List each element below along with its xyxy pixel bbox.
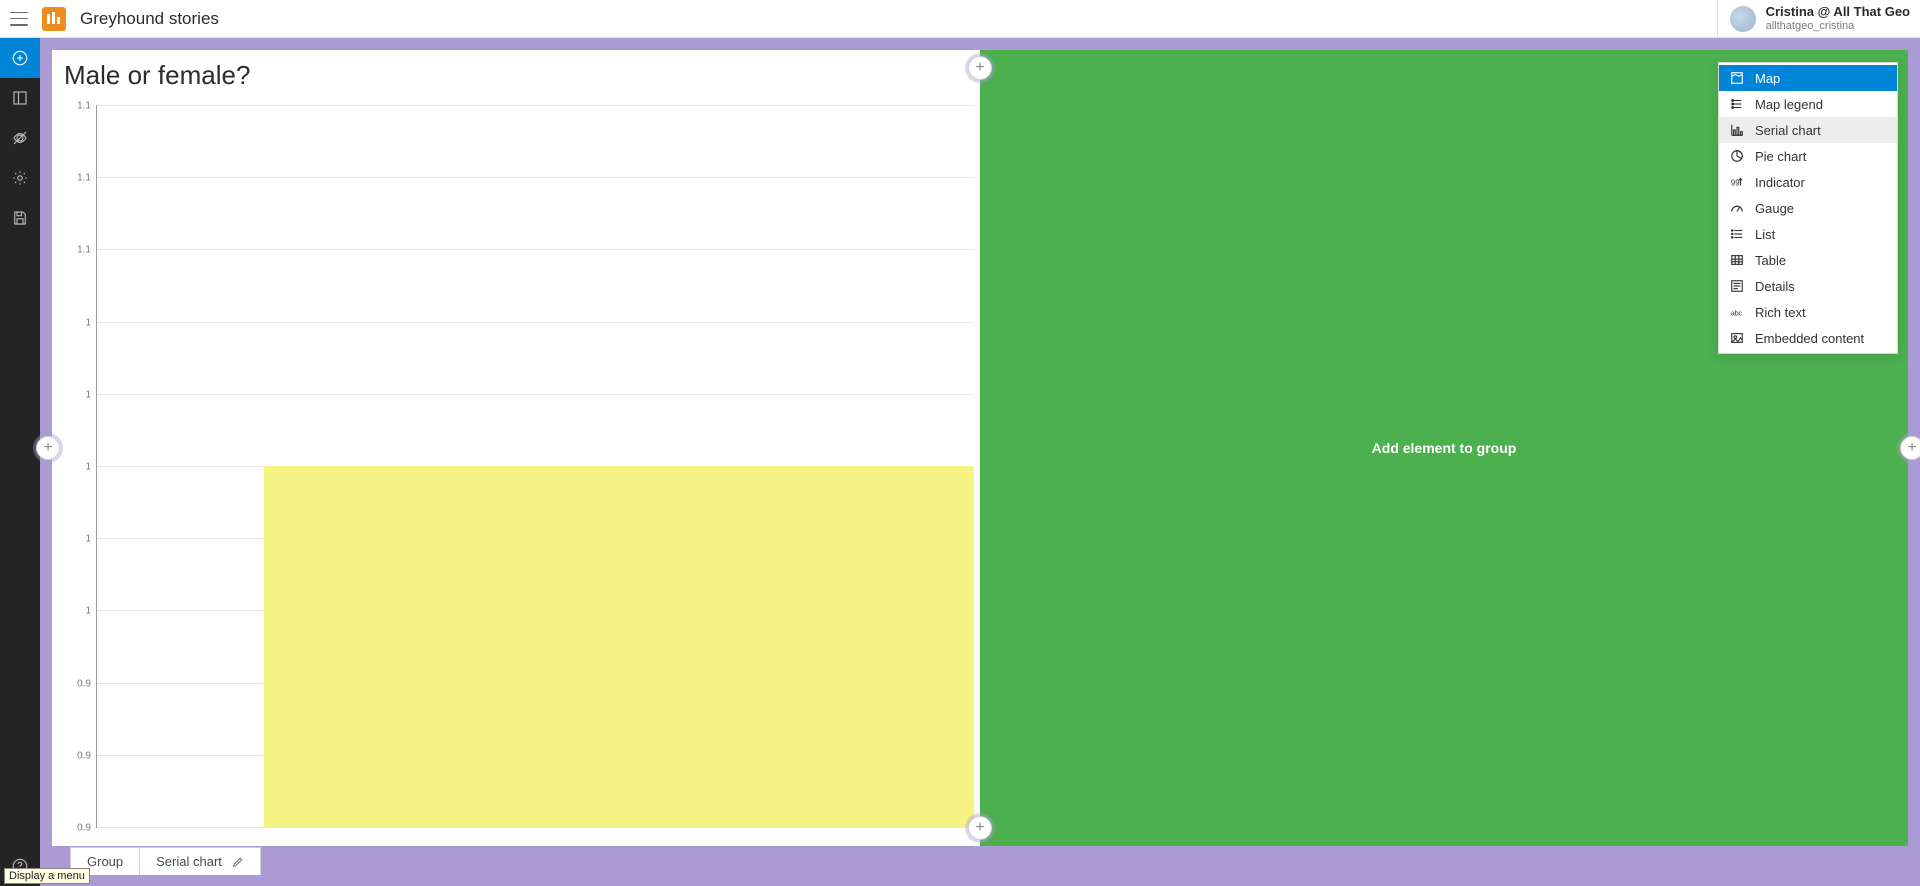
menu-item-label: Details [1755,279,1795,294]
dashboard-icon [46,11,62,27]
app-logo[interactable] [42,7,66,31]
add-top-button[interactable]: + [968,56,992,80]
menu-item-label: Table [1755,253,1786,268]
menu-item-label: Gauge [1755,201,1794,216]
group-drop-panel[interactable]: Add element to group + MapMap legendSeri… [980,50,1908,846]
menu-item-gauge[interactable]: Gauge [1719,195,1897,221]
menu-item-list[interactable]: List [1719,221,1897,247]
user-block[interactable]: Cristina @ All That Geo allthatgeo_crist… [1717,0,1910,37]
table-icon [1729,252,1745,268]
menu-item-table[interactable]: Table [1719,247,1897,273]
menu-item-label: Map legend [1755,97,1823,112]
group-drop-label: Add element to group [1372,440,1517,456]
menu-item-label: List [1755,227,1775,242]
menu-item-map-legend[interactable]: Map legend [1719,91,1897,117]
menu-item-label: Indicator [1755,175,1805,190]
svg-text:abc: abc [1731,311,1743,318]
top-bar: Greyhound stories Cristina @ All That Ge… [0,0,1920,38]
menu-item-label: Embedded content [1755,331,1864,346]
tooltip: Display a menu [4,868,90,884]
chart-tick-label: 0.9 [77,678,91,689]
menu-item-label: Rich text [1755,305,1806,320]
chart-tick-label: 1 [85,462,91,473]
chart-panel[interactable]: Male or female? 1.11.11.1111110.90.90.9 … [52,50,980,846]
add-right-button[interactable]: + [1900,436,1920,460]
chart-tick-label: 1 [85,606,91,617]
menu-item-indicator[interactable]: 99 Indicator [1719,169,1897,195]
chart-tick-label: 0.9 [77,750,91,761]
chart-gridline: 0.9 [97,827,974,828]
bottom-tab-bar: Group Serial chart [52,846,1908,874]
sidebar-settings-button[interactable] [0,158,40,198]
chart-axis: 1.11.11.1111110.90.90.9 [96,105,974,828]
list-icon [1729,226,1745,242]
menu-item-pie-chart[interactable]: Pie chart [1719,143,1897,169]
menu-item-label: Map [1755,71,1780,86]
map-legend-icon [1729,96,1745,112]
chart-tick-label: 1.1 [77,173,91,184]
menu-item-label: Serial chart [1755,123,1821,138]
panels-row: Male or female? 1.11.11.1111110.90.90.9 … [52,50,1908,846]
chart-tick-label: 1.1 [77,101,91,112]
app-title: Greyhound stories [80,9,219,29]
rich-text-icon: abc [1729,304,1745,320]
avatar [1730,6,1756,32]
tab-serial-label: Serial chart [156,854,222,869]
chart-bar [264,466,974,827]
left-sidebar: Display a menu [0,38,40,886]
canvas: Male or female? 1.11.11.1111110.90.90.9 … [40,38,1920,886]
embedded-content-icon [1729,330,1745,346]
menu-item-serial-chart[interactable]: Serial chart [1719,117,1897,143]
sidebar-save-button[interactable] [0,198,40,238]
user-handle: allthatgeo_cristina [1766,20,1910,32]
user-name: Cristina @ All That Geo [1766,5,1910,19]
sidebar-add-button[interactable] [0,38,40,78]
menu-item-map[interactable]: Map [1719,65,1897,91]
serial-chart-icon [1729,122,1745,138]
details-icon [1729,278,1745,294]
chart-area: 1.1 1.1 1.1 1 1 1 1 1 0.9 0.9 0.9 [52,95,980,846]
edit-icon[interactable] [232,856,244,868]
tab-serial-chart[interactable]: Serial chart [140,847,261,875]
chart-gridline: 1 [97,322,974,323]
chart-tick-label: 1 [85,317,91,328]
chart-gridline: 1.1 [97,177,974,178]
chart-gridline: 1.1 [97,105,974,106]
menu-item-details[interactable]: Details [1719,273,1897,299]
pie-chart-icon [1729,148,1745,164]
menu-item-label: Pie chart [1755,149,1806,164]
sidebar-layout-button[interactable] [0,78,40,118]
chart-gridline: 1.1 [97,249,974,250]
main: Display a menu Male or female? 1.11.11.1… [0,38,1920,886]
chart-title: Male or female? [52,50,980,95]
gauge-icon [1729,200,1745,216]
add-left-button[interactable]: + [36,436,60,460]
sidebar-theme-button[interactable] [0,118,40,158]
chart-tick-label: 1 [85,534,91,545]
menu-item-embedded-content[interactable]: Embedded content [1719,325,1897,351]
menu-item-rich-text[interactable]: abc Rich text [1719,299,1897,325]
chart-gridline: 1 [97,394,974,395]
chart-tick-label: 1 [85,389,91,400]
add-bottom-button[interactable]: + [968,816,992,840]
add-element-menu[interactable]: Map Map legend Serial chart Pie chart 99 Indi… [1718,62,1898,354]
chart-tick-label: 1.1 [77,245,91,256]
chart-tick-label: 0.9 [77,823,91,834]
map-icon [1729,70,1745,86]
svg-text:99: 99 [1731,179,1740,188]
indicator-icon: 99 [1729,174,1745,190]
menu-icon[interactable] [10,12,28,26]
